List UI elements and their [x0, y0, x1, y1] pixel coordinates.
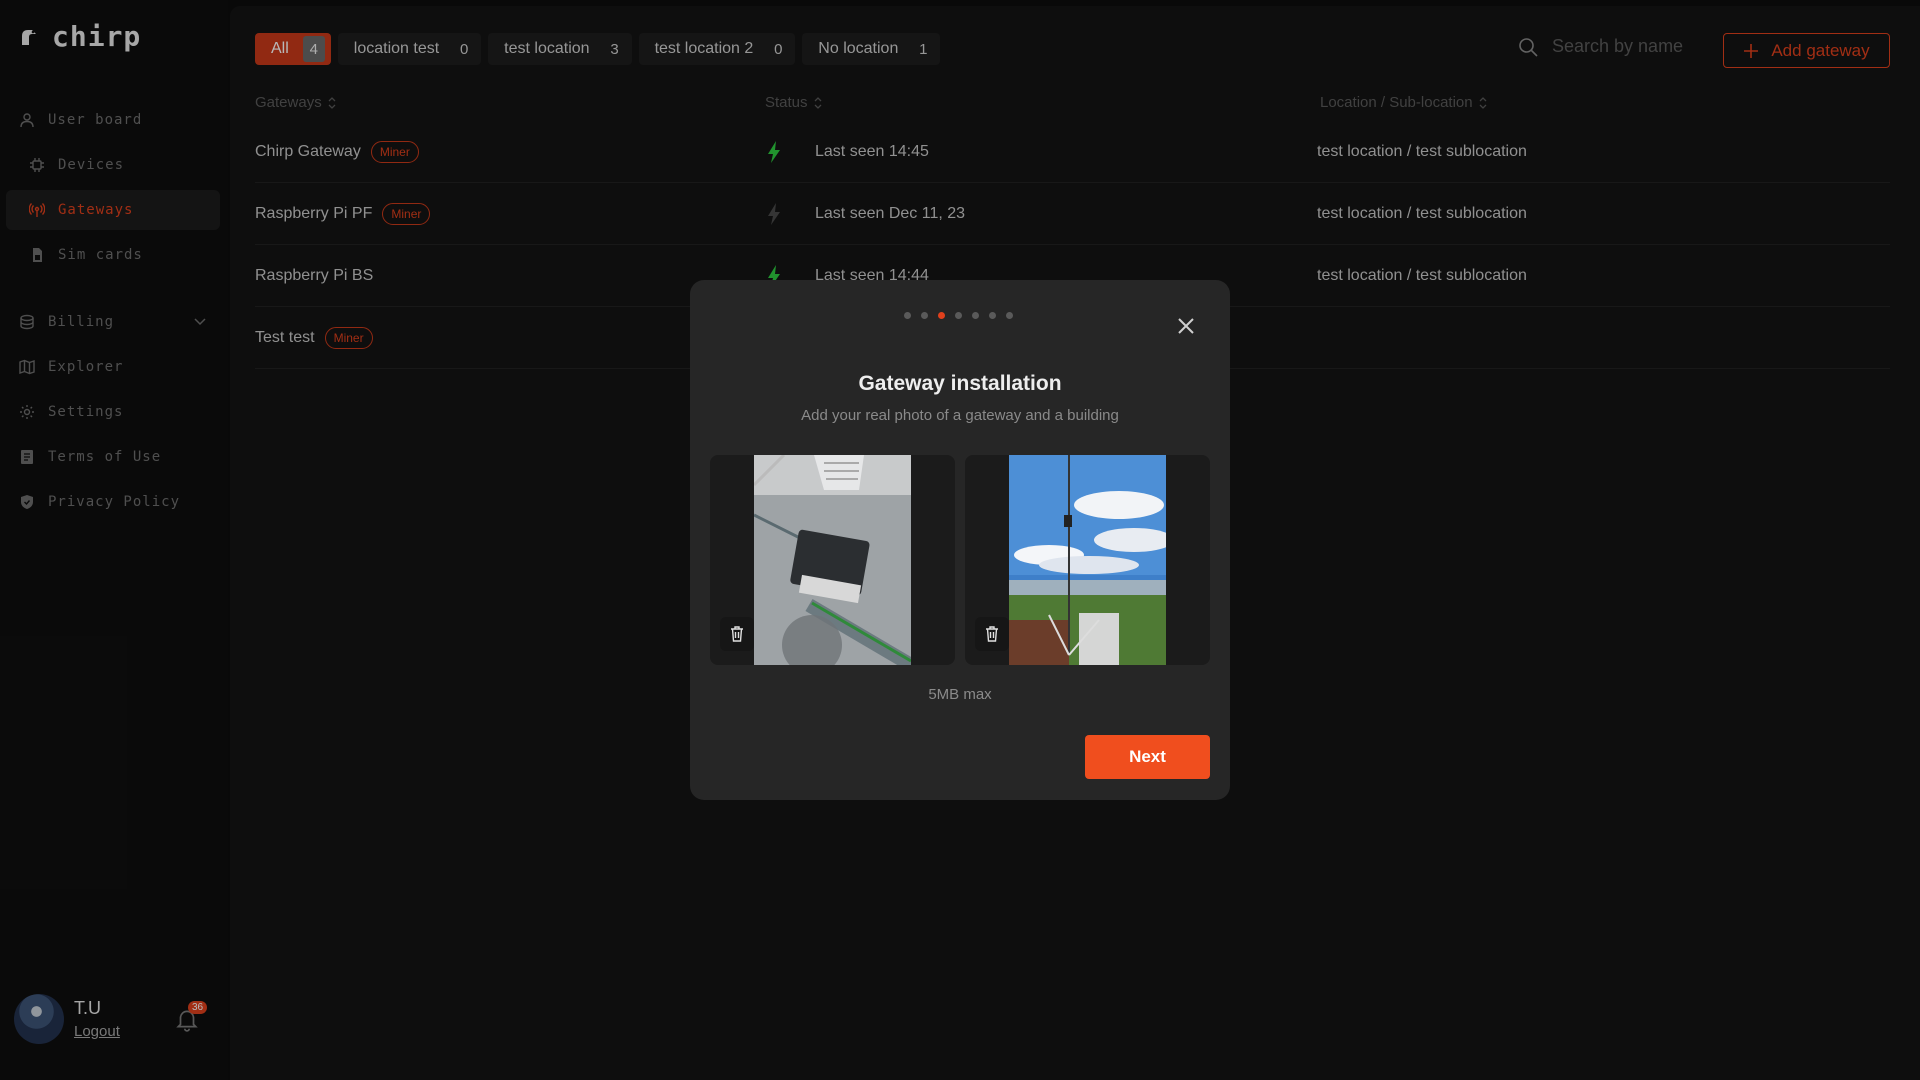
building-photo [1009, 455, 1166, 665]
step-indicator [904, 312, 1013, 319]
step-dot [904, 312, 911, 319]
gateway-photo [754, 455, 911, 665]
trash-icon [986, 626, 998, 642]
file-size-limit: 5MB max [928, 686, 992, 703]
step-dot [989, 312, 996, 319]
next-button[interactable]: Next [1085, 735, 1210, 779]
delete-photo-button[interactable] [975, 617, 1009, 651]
modal-subtitle: Add your real photo of a gateway and a b… [801, 407, 1119, 424]
close-icon[interactable] [1174, 314, 1198, 338]
modal-title: Gateway installation [858, 372, 1062, 395]
step-dot [1006, 312, 1013, 319]
photo-slot-gateway[interactable] [710, 455, 955, 665]
delete-photo-button[interactable] [720, 617, 754, 651]
gateway-installation-modal: Gateway installation Add your real photo… [690, 280, 1230, 800]
step-dot-current [938, 312, 945, 319]
step-dot [955, 312, 962, 319]
step-dot [921, 312, 928, 319]
step-dot [972, 312, 979, 319]
photo-slot-building[interactable] [965, 455, 1210, 665]
trash-icon [731, 626, 743, 642]
